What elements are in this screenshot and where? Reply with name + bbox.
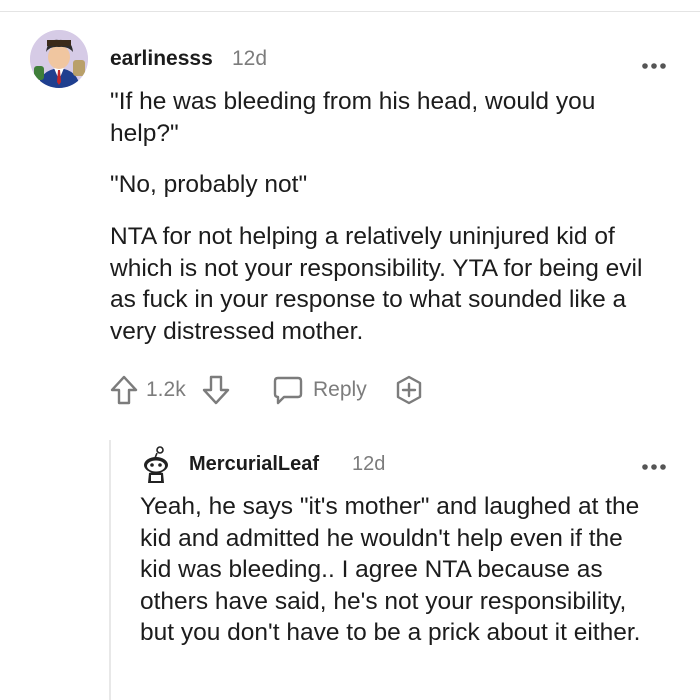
comment-paragraph: Yeah, he says "it's mother" and laughed …	[140, 493, 641, 646]
snoo-avatar-icon	[144, 446, 168, 483]
avatar-suit-man-icon	[30, 30, 88, 88]
downvote-arrow-icon	[202, 375, 230, 405]
downvote-button[interactable]	[201, 374, 231, 406]
reply-button[interactable]: Reply	[272, 375, 367, 405]
comment-paragraph: "If he was bleeding from his head, would…	[110, 88, 596, 147]
comment-paragraph: NTA for not helping a relatively uninjur…	[110, 223, 643, 345]
more-options-icon[interactable]	[641, 58, 667, 70]
comment-timestamp: 12d	[232, 47, 268, 70]
upvote-arrow-icon	[110, 375, 138, 405]
award-button[interactable]	[393, 374, 425, 406]
avatar[interactable]	[140, 445, 174, 485]
vote-count: 1.2k	[146, 378, 186, 401]
upvote-button[interactable]	[109, 374, 139, 406]
comment-paragraph: "No, probably not"	[110, 171, 308, 198]
comment-username[interactable]: earlinesss	[110, 47, 213, 71]
comment-username[interactable]: MercurialLeaf	[189, 453, 319, 476]
comment-timestamp: 12d	[352, 453, 386, 475]
top-divider	[0, 11, 700, 12]
thread-line[interactable]	[109, 440, 111, 700]
reply-label: Reply	[313, 378, 367, 401]
avatar[interactable]	[30, 30, 88, 88]
award-plus-icon	[396, 375, 422, 405]
speech-bubble-icon	[273, 376, 303, 405]
more-options-icon[interactable]	[641, 459, 667, 471]
